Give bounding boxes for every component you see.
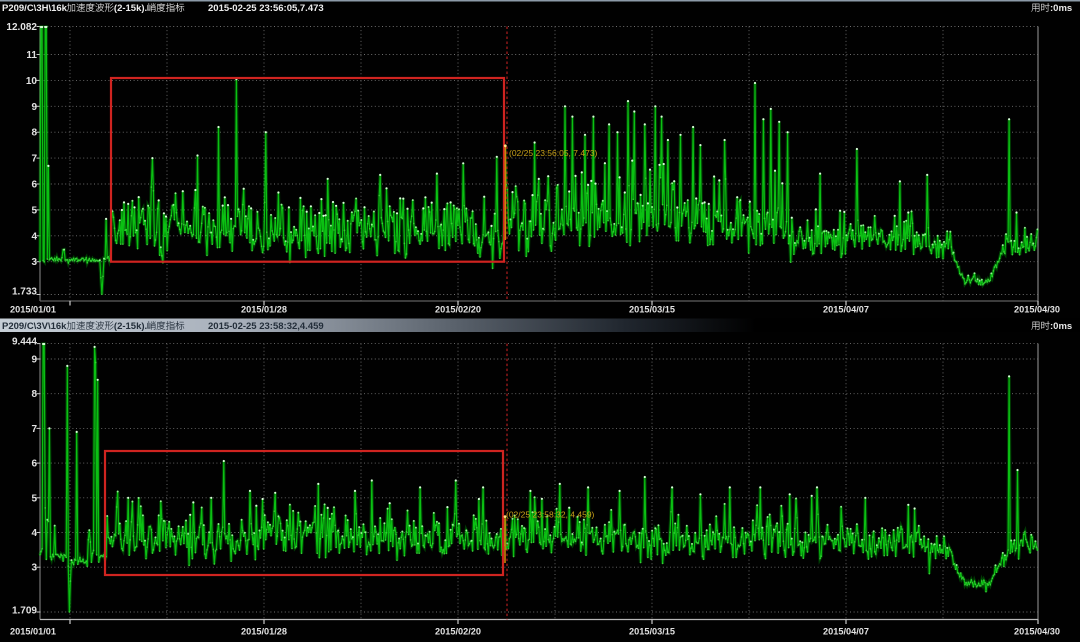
svg-text:2015/02/20: 2015/02/20 [435, 627, 481, 637]
svg-text::0ms: :0ms [1050, 3, 1072, 14]
svg-text:4: 4 [31, 528, 37, 539]
svg-text:4: 4 [31, 231, 37, 242]
svg-text:2015/04/30: 2015/04/30 [1014, 305, 1060, 315]
svg-text:(2-15k).: (2-15k). [114, 3, 147, 14]
svg-text:11: 11 [26, 50, 37, 61]
svg-text:2015/01/28: 2015/01/28 [241, 305, 287, 315]
svg-text:2015/04/30: 2015/04/30 [1014, 627, 1060, 637]
svg-text:9: 9 [31, 355, 37, 366]
svg-text:3: 3 [31, 563, 37, 574]
svg-text:10: 10 [26, 76, 38, 87]
svg-text:5: 5 [31, 205, 37, 216]
svg-text:7: 7 [31, 154, 37, 165]
svg-text:5: 5 [31, 493, 37, 504]
svg-text:8: 8 [31, 128, 37, 139]
svg-text:2015/03/15: 2015/03/15 [629, 305, 675, 315]
svg-text:3: 3 [31, 257, 37, 268]
svg-text:8: 8 [31, 389, 37, 400]
svg-text:2015/04/07: 2015/04/07 [823, 305, 869, 315]
svg-text:6: 6 [31, 180, 37, 191]
svg-text:12.082: 12.082 [6, 22, 37, 33]
svg-text:P209/C\3V\16k: P209/C\3V\16k [2, 321, 67, 332]
svg-text:(2-15k).: (2-15k). [114, 321, 147, 332]
svg-text:2015/02/20: 2015/02/20 [435, 305, 481, 315]
svg-text:2015/04/07: 2015/04/07 [823, 627, 869, 637]
svg-text:9.444: 9.444 [12, 337, 37, 348]
svg-text::0ms: :0ms [1050, 321, 1072, 332]
svg-text:2015/01/28: 2015/01/28 [241, 627, 287, 637]
svg-text:P209/C\3H\16k: P209/C\3H\16k [2, 3, 68, 14]
svg-text:2015/01/01: 2015/01/01 [10, 305, 56, 315]
svg-text:2015/01/01: 2015/01/01 [10, 627, 56, 637]
svg-text:7: 7 [31, 424, 37, 435]
svg-text:6: 6 [31, 459, 37, 470]
svg-text:(02/25 23:56:05, 7.473): (02/25 23:56:05, 7.473) [509, 148, 598, 158]
svg-text:1.709: 1.709 [12, 606, 37, 617]
svg-text:9: 9 [31, 102, 37, 113]
svg-text:(02/25 23:58:32, 4.459): (02/25 23:58:32, 4.459) [506, 510, 595, 520]
svg-text:2015/03/15: 2015/03/15 [629, 627, 675, 637]
svg-text:2015-02-25 23:58:32,4.459: 2015-02-25 23:58:32,4.459 [208, 321, 324, 332]
svg-text:1.733: 1.733 [12, 287, 37, 298]
svg-text:2015-02-25 23:56:05,7.473: 2015-02-25 23:56:05,7.473 [208, 3, 324, 14]
